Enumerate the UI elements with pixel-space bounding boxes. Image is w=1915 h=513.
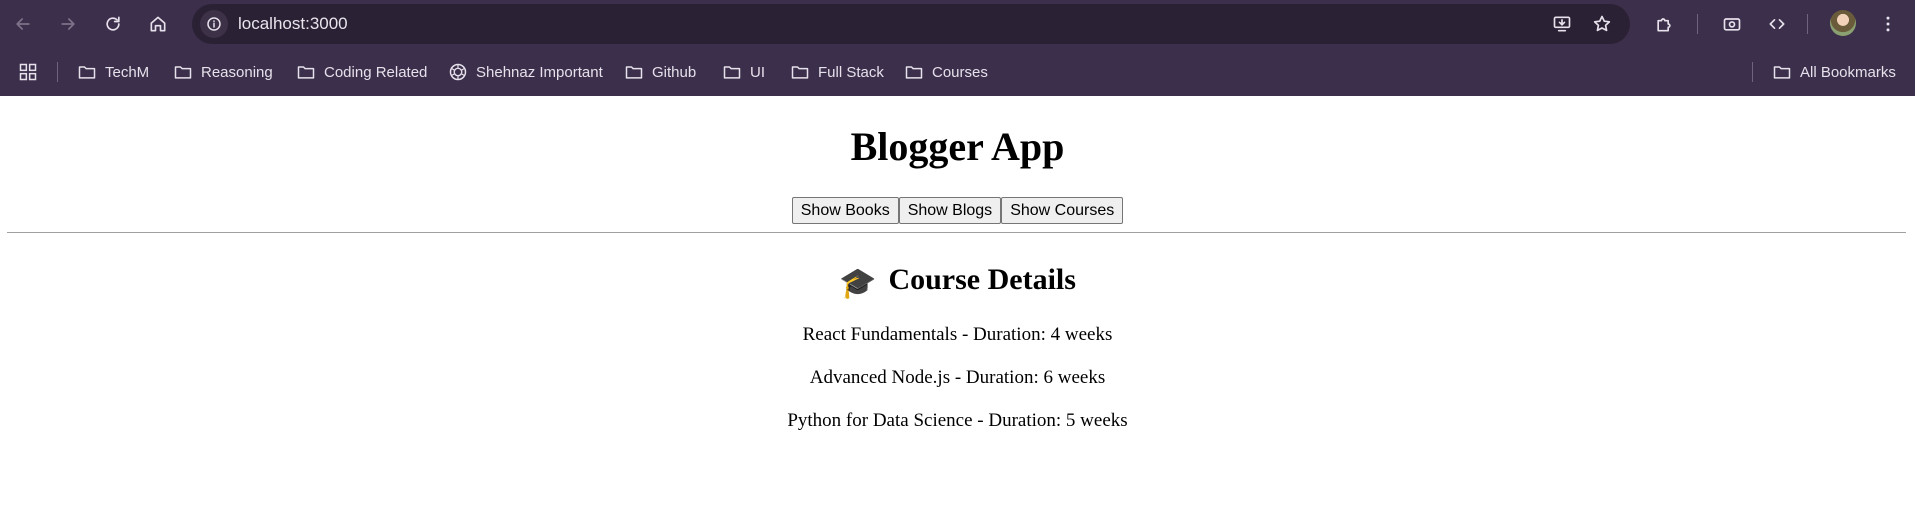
folder-icon bbox=[905, 66, 923, 79]
browser-toolbar: localhost:3000 bbox=[0, 0, 1915, 48]
bookmark-label: TechM bbox=[105, 63, 150, 81]
all-bookmarks-label: All Bookmarks bbox=[1800, 63, 1896, 81]
bookmark-shehnaz-important[interactable]: Shehnaz Important bbox=[448, 60, 603, 84]
section-title-text: Course Details bbox=[888, 263, 1076, 296]
install-app-button[interactable] bbox=[1550, 12, 1574, 36]
reload-button[interactable] bbox=[97, 8, 129, 40]
browser-chrome: localhost:3000 TechM Reasoning Coding Re… bbox=[0, 0, 1915, 96]
graduation-cap-icon: 🎓 bbox=[839, 267, 877, 300]
nav-button-row: Show Books Show Blogs Show Courses bbox=[0, 197, 1915, 224]
forward-button[interactable] bbox=[52, 8, 84, 40]
page-content: Blogger App Show Books Show Blogs Show C… bbox=[0, 96, 1915, 513]
bookmark-full-stack[interactable]: Full Stack bbox=[790, 60, 884, 84]
course-item: Advanced Node.js - Duration: 6 weeks bbox=[809, 367, 1106, 388]
folder-icon bbox=[78, 66, 96, 79]
openai-icon bbox=[449, 63, 467, 81]
star-icon bbox=[1593, 15, 1611, 32]
bookmark-coding-related[interactable]: Coding Related bbox=[296, 60, 427, 84]
bookmark-star-button[interactable] bbox=[1590, 12, 1614, 36]
bookmark-label: Full Stack bbox=[818, 63, 884, 81]
show-books-button[interactable]: Show Books bbox=[791, 197, 899, 224]
bookmark-label: Github bbox=[652, 63, 697, 81]
course-item: Python for Data Science - Duration: 5 we… bbox=[787, 410, 1128, 431]
horizontal-rule bbox=[7, 232, 1906, 233]
code-icon bbox=[1769, 19, 1785, 29]
devtools-button[interactable] bbox=[1765, 12, 1789, 36]
course-item: React Fundamentals - Duration: 4 weeks bbox=[802, 324, 1113, 345]
bookmark-github[interactable]: Github bbox=[624, 60, 696, 84]
info-icon bbox=[207, 17, 221, 31]
toolbar-separator bbox=[1807, 14, 1808, 34]
bookmarks-separator bbox=[1752, 62, 1753, 82]
folder-icon bbox=[723, 66, 741, 79]
apps-button[interactable] bbox=[18, 60, 46, 84]
folder-icon bbox=[174, 66, 192, 79]
bookmark-label: Shehnaz Important bbox=[476, 63, 603, 81]
home-icon bbox=[150, 16, 166, 32]
apps-grid-icon bbox=[19, 63, 37, 81]
bookmarks-bar: TechM Reasoning Coding Related Shehnaz I… bbox=[0, 48, 1915, 96]
puzzle-icon bbox=[1657, 18, 1671, 32]
arrow-right-icon bbox=[61, 18, 75, 30]
toolbar-separator bbox=[1697, 14, 1698, 34]
back-button[interactable] bbox=[7, 8, 39, 40]
folder-icon bbox=[297, 66, 315, 79]
app-title: Blogger App bbox=[850, 124, 1065, 169]
bookmark-label: Reasoning bbox=[201, 63, 273, 81]
screenshot-button[interactable] bbox=[1720, 12, 1744, 36]
profile-avatar[interactable] bbox=[1830, 10, 1856, 36]
bookmark-label: Coding Related bbox=[324, 63, 428, 81]
folder-icon bbox=[791, 66, 809, 79]
home-button[interactable] bbox=[142, 8, 174, 40]
section-title: 🎓 Course Details bbox=[0, 262, 1915, 302]
reload-icon bbox=[106, 16, 120, 31]
arrow-left-icon bbox=[16, 18, 30, 30]
bookmark-ui[interactable]: UI bbox=[722, 60, 765, 84]
kebab-menu-icon bbox=[1886, 16, 1890, 32]
bookmark-reasoning[interactable]: Reasoning bbox=[173, 60, 273, 84]
camera-icon bbox=[1723, 18, 1741, 31]
install-app-icon bbox=[1553, 16, 1571, 32]
all-bookmarks[interactable]: All Bookmarks bbox=[1772, 60, 1896, 84]
address-bar[interactable]: localhost:3000 bbox=[192, 4, 1630, 44]
show-courses-button[interactable]: Show Courses bbox=[1001, 197, 1124, 224]
site-info-button[interactable] bbox=[200, 10, 228, 38]
url-text: localhost:3000 bbox=[238, 14, 348, 33]
browser-menu-button[interactable] bbox=[1876, 12, 1900, 36]
course-list: React Fundamentals - Duration: 4 weeks A… bbox=[0, 324, 1915, 453]
folder-icon bbox=[1773, 66, 1791, 79]
bookmarks-separator bbox=[57, 62, 58, 82]
folder-icon bbox=[625, 66, 643, 79]
bookmark-courses[interactable]: Courses bbox=[904, 60, 988, 84]
bookmark-label: Courses bbox=[932, 63, 988, 81]
bookmark-label: UI bbox=[750, 63, 765, 81]
show-blogs-button[interactable]: Show Blogs bbox=[898, 197, 1002, 224]
extensions-button[interactable] bbox=[1652, 12, 1676, 36]
bookmark-techm[interactable]: TechM bbox=[77, 60, 149, 84]
